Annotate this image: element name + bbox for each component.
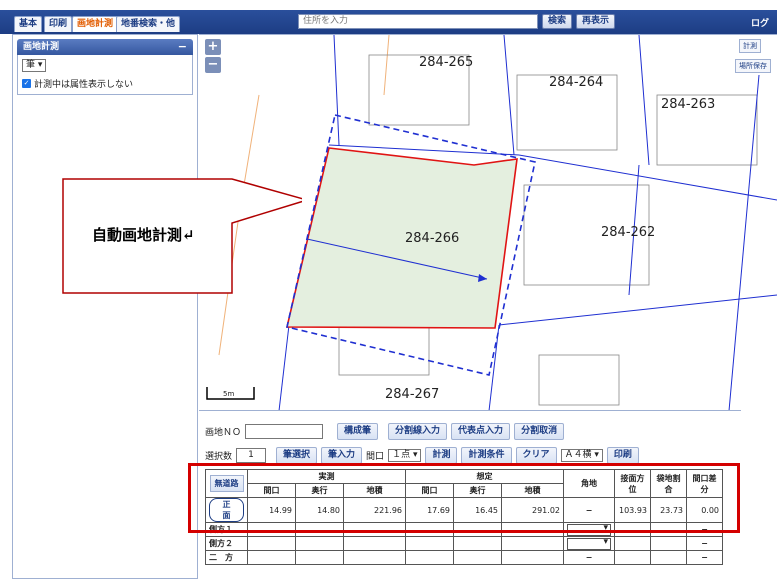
panel-body: 筆 ▾ ✓ 計測中は属性表示しない: [17, 55, 193, 95]
measure-button[interactable]: 計測: [425, 447, 458, 464]
panel-title: 画地計測: [23, 42, 60, 52]
top-bar: 基本 印刷 画地計測 地番検索・他 住所を入力 検索 再表示 ログ: [0, 0, 777, 34]
frontage-select[interactable]: １点 ▾: [388, 449, 422, 462]
hide-attributes-checkbox[interactable]: ✓ 計測中は属性表示しない: [22, 77, 188, 90]
select-count-label: 選択数: [205, 452, 233, 462]
split-line-button[interactable]: 分割線入力: [388, 423, 448, 440]
row-label: 側方２: [209, 539, 233, 548]
frontage-label: 間口: [366, 452, 385, 462]
parcel-label: 284-264: [549, 75, 604, 90]
parcel-label: 284-267: [385, 387, 440, 402]
lot-input-button[interactable]: 筆入力: [321, 447, 363, 464]
tab-print[interactable]: 印刷: [44, 16, 73, 32]
rep-point-button[interactable]: 代表点入力: [451, 423, 511, 440]
table-row: 側方２ −: [205, 536, 723, 551]
address-input[interactable]: 住所を入力: [298, 14, 538, 29]
compose-button[interactable]: 構成筆: [337, 423, 379, 440]
paper-select[interactable]: Ａ４横 ▾: [560, 449, 603, 462]
map-save-location-button[interactable]: 場所保存: [735, 59, 771, 73]
parcel-label: 284-262: [601, 225, 656, 240]
lot-no-label: 画地ＮＯ: [205, 428, 242, 438]
cell: −: [686, 550, 723, 565]
lot-no-input[interactable]: [245, 424, 324, 439]
parcel-label: 284-265: [419, 55, 474, 70]
map-measure-button[interactable]: 計測: [739, 39, 761, 53]
zoom-out-button[interactable]: −: [205, 57, 221, 73]
redisplay-button[interactable]: 再表示: [576, 14, 616, 29]
highlight-box: [188, 463, 740, 533]
contour-line: [383, 35, 390, 96]
search-button[interactable]: 検索: [542, 14, 573, 29]
parcel-label: 284-263: [661, 97, 716, 112]
scale-label: 5m: [223, 390, 235, 398]
select-count-input[interactable]: 1: [236, 448, 267, 463]
print-button[interactable]: 印刷: [606, 447, 639, 464]
lot-select-button[interactable]: 筆選択: [276, 447, 318, 464]
panel-header: 画地計測 −: [17, 39, 193, 55]
tab-lot-search[interactable]: 地番検索・他: [116, 16, 181, 32]
row-label: 二 方: [209, 553, 233, 562]
collapse-button[interactable]: −: [178, 39, 187, 55]
cell: −: [686, 536, 723, 551]
clear-button[interactable]: クリア: [515, 447, 557, 464]
tab-lot-measure[interactable]: 画地計測: [72, 16, 119, 32]
callout-text: 自動画地計測↵: [92, 226, 195, 244]
checkbox-checked-icon[interactable]: ✓: [22, 79, 31, 88]
measured-lot[interactable]: [285, 147, 518, 329]
conditions-button[interactable]: 計測条件: [461, 447, 512, 464]
control-row-2: 選択数 1 筆選択 筆入力 間口 １点 ▾ 計測 計測条件 クリア Ａ４横 ▾ …: [205, 447, 639, 464]
zoom-in-button[interactable]: +: [205, 39, 221, 55]
checkbox-label: 計測中は属性表示しない: [34, 80, 134, 90]
cell: −: [563, 550, 615, 565]
sidebar: 画地計測 − 筆 ▾ ✓ 計測中は属性表示しない: [12, 34, 198, 579]
table-row: 二 方 − −: [205, 550, 723, 565]
control-row-1: 画地ＮＯ 構成筆 分割線入力 代表点入力 分割取消: [205, 423, 565, 440]
login-link[interactable]: ログ: [751, 16, 769, 29]
lot-type-select[interactable]: 筆 ▾: [22, 59, 47, 72]
tab-basic[interactable]: 基本: [14, 16, 43, 32]
corner-select[interactable]: [567, 537, 611, 550]
split-cancel-button[interactable]: 分割取消: [514, 423, 565, 440]
parcel-label: 284-266: [405, 231, 460, 246]
